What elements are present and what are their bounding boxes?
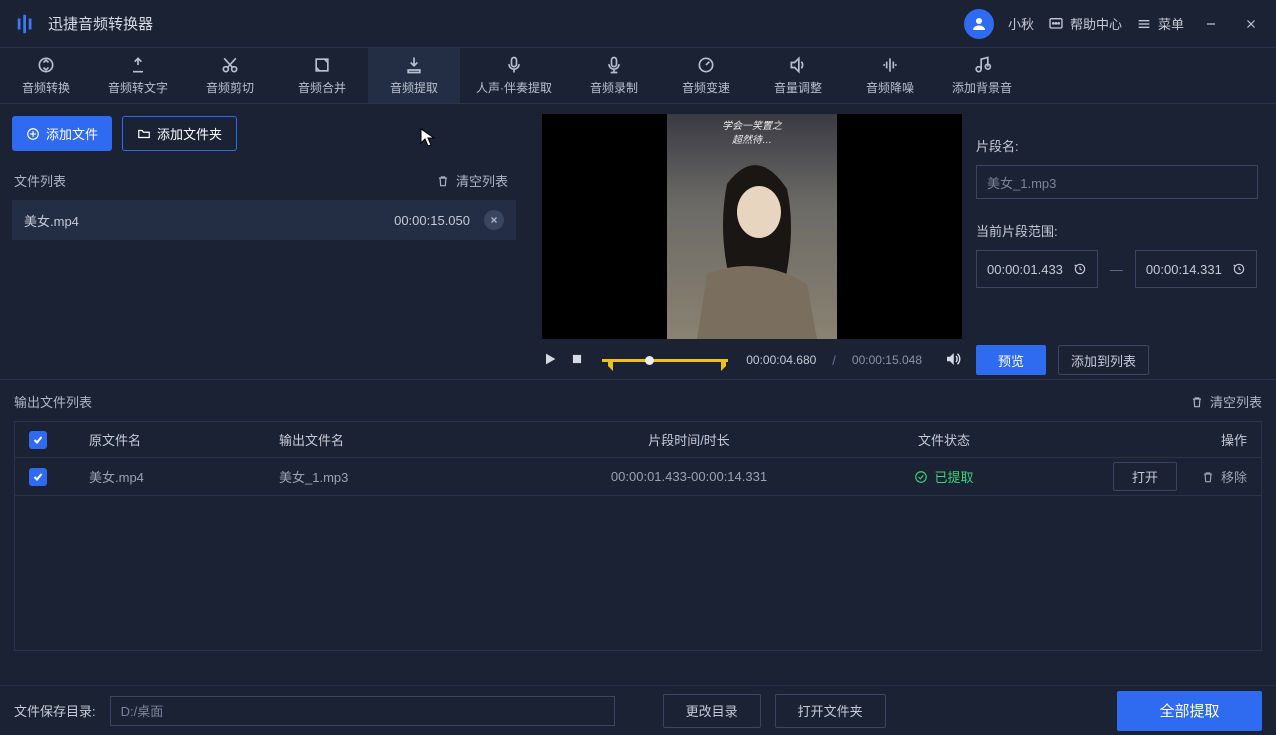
- username: 小秋: [1008, 14, 1034, 33]
- nav-record[interactable]: 音频录制: [568, 48, 660, 103]
- open-folder-button[interactable]: 打开文件夹: [775, 694, 886, 728]
- denoise-icon: [880, 55, 900, 75]
- output-row: 美女.mp4 美女_1.mp3 00:00:01.433-00:00:14.33…: [15, 458, 1261, 496]
- extract-all-button[interactable]: 全部提取: [1117, 691, 1262, 731]
- add-file-button[interactable]: 添加文件: [12, 116, 112, 151]
- extract-icon: [404, 55, 424, 75]
- bgm-icon: [972, 55, 992, 75]
- close-button[interactable]: [1238, 11, 1264, 37]
- file-list-label: 文件列表: [14, 171, 66, 190]
- play-button[interactable]: [542, 351, 558, 370]
- clock-reset-icon: [1073, 262, 1087, 276]
- change-dir-button[interactable]: 更改目录: [663, 694, 761, 728]
- col-act: 操作: [1059, 430, 1247, 449]
- nav-denoise[interactable]: 音频降噪: [844, 48, 936, 103]
- clip-name-input[interactable]: [976, 165, 1258, 199]
- file-name: 美女.mp4: [24, 211, 394, 230]
- time-total: 00:00:15.048: [852, 353, 922, 367]
- range-label: 当前片段范围:: [976, 221, 1258, 240]
- to-text-icon: [128, 55, 148, 75]
- nav-cut[interactable]: 音频剪切: [184, 48, 276, 103]
- video-preview: 学会一笑置之超然待…: [542, 114, 962, 339]
- record-icon: [604, 55, 624, 75]
- speed-icon: [696, 55, 716, 75]
- titlebar: 迅捷音频转换器 小秋 帮助中心 菜单: [0, 0, 1276, 48]
- output-table: 原文件名 输出文件名 片段时间/时长 文件状态 操作 美女.mp4 美女_1.m…: [14, 421, 1262, 651]
- nav-convert[interactable]: 音频转换: [0, 48, 92, 103]
- open-button[interactable]: 打开: [1113, 462, 1177, 491]
- volume-icon[interactable]: [944, 350, 962, 371]
- stop-button[interactable]: [570, 352, 584, 369]
- preview-button[interactable]: 预览: [976, 345, 1046, 375]
- clear-output-list-button[interactable]: 清空列表: [1190, 392, 1262, 411]
- user-avatar[interactable]: [964, 9, 994, 39]
- cut-icon: [220, 55, 240, 75]
- select-all-checkbox[interactable]: [29, 431, 47, 449]
- row-checkbox[interactable]: [29, 468, 47, 486]
- range-end-input[interactable]: 00:00:14.331: [1135, 250, 1257, 288]
- col-src: 原文件名: [89, 430, 279, 449]
- video-content: [687, 154, 817, 339]
- volume-icon: [788, 55, 808, 75]
- app-title: 迅捷音频转换器: [48, 13, 964, 34]
- clear-file-list-button[interactable]: 清空列表: [436, 171, 508, 190]
- status-badge: 已提取: [829, 467, 1059, 486]
- time-current: 00:00:04.680: [746, 353, 816, 367]
- col-out: 输出文件名: [279, 430, 549, 449]
- range-start-input[interactable]: 00:00:01.433: [976, 250, 1098, 288]
- add-to-list-button[interactable]: 添加到列表: [1058, 345, 1149, 375]
- col-time: 片段时间/时长: [549, 430, 829, 449]
- top-row: 添加文件 添加文件夹 文件列表 清空列表 美女.mp4 00:00:15.050: [0, 104, 1276, 379]
- remove-row-button[interactable]: 移除: [1201, 467, 1247, 486]
- nav-vocal[interactable]: 人声·伴奏提取: [460, 48, 568, 103]
- clip-name-label: 片段名:: [976, 136, 1258, 155]
- remove-file-icon[interactable]: [484, 210, 504, 230]
- file-row[interactable]: 美女.mp4 00:00:15.050: [12, 200, 516, 240]
- minimize-button[interactable]: [1198, 11, 1224, 37]
- help-button[interactable]: 帮助中心: [1048, 14, 1122, 33]
- seek-bar[interactable]: [602, 349, 728, 371]
- convert-icon: [36, 55, 56, 75]
- nav-tabs: 音频转换音频转文字音频剪切音频合并音频提取人声·伴奏提取音频录制音频变速音量调整…: [0, 48, 1276, 104]
- nav-speed[interactable]: 音频变速: [660, 48, 752, 103]
- merge-icon: [312, 55, 332, 75]
- footer: 文件保存目录: 更改目录 打开文件夹 全部提取: [0, 685, 1276, 735]
- output-list-label: 输出文件列表: [14, 392, 92, 411]
- file-duration: 00:00:15.050: [394, 213, 470, 228]
- col-state: 文件状态: [829, 430, 1059, 449]
- save-dir-label: 文件保存目录:: [14, 701, 96, 720]
- vocal-icon: [504, 55, 524, 75]
- nav-to-text[interactable]: 音频转文字: [92, 48, 184, 103]
- nav-bgm[interactable]: 添加背景音: [936, 48, 1028, 103]
- clock-reset-icon: [1232, 262, 1246, 276]
- nav-extract[interactable]: 音频提取: [368, 48, 460, 103]
- add-folder-button[interactable]: 添加文件夹: [122, 116, 237, 151]
- menu-button[interactable]: 菜单: [1136, 14, 1184, 33]
- app-logo-icon: [12, 10, 40, 38]
- save-path-input[interactable]: [110, 696, 615, 726]
- nav-merge[interactable]: 音频合并: [276, 48, 368, 103]
- nav-volume[interactable]: 音量调整: [752, 48, 844, 103]
